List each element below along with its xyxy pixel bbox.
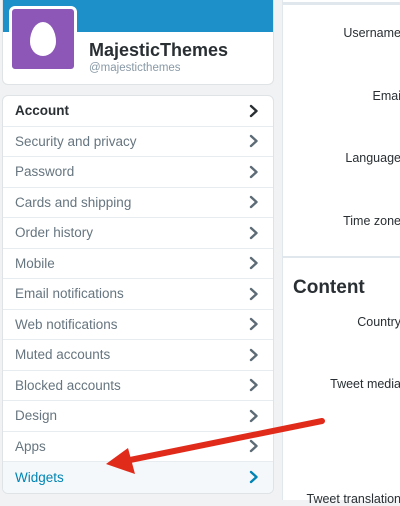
chevron-right-icon: [247, 165, 261, 179]
menu-item-mobile[interactable]: Mobile: [3, 249, 273, 280]
chevron-right-icon: [247, 104, 261, 118]
menu-item-label: Web notifications: [15, 317, 118, 332]
menu-item-security[interactable]: Security and privacy: [3, 127, 273, 158]
timezone-label: Time zone: [343, 214, 400, 228]
menu-item-label: Order history: [15, 225, 93, 240]
language-label: Language: [345, 151, 400, 165]
country-label: Country: [357, 315, 400, 329]
profile-handle: @majesticthemes: [89, 62, 181, 74]
menu-item-label: Account: [15, 103, 69, 118]
menu-item-design[interactable]: Design: [3, 401, 273, 432]
email-label: Emai: [373, 89, 400, 103]
menu-item-account[interactable]: Account: [3, 96, 273, 127]
menu-item-label: Design: [15, 408, 57, 423]
menu-item-widgets[interactable]: Widgets: [3, 462, 273, 493]
menu-item-orders[interactable]: Order history: [3, 218, 273, 249]
menu-item-label: Email notifications: [15, 286, 124, 301]
section-divider: [283, 256, 400, 258]
chevron-right-icon: [247, 409, 261, 423]
menu-item-email-notifications[interactable]: Email notifications: [3, 279, 273, 310]
top-divider: [283, 2, 400, 5]
tweet-media-label: Tweet media: [330, 377, 400, 391]
menu-item-label: Widgets: [15, 470, 64, 485]
chevron-right-icon: [247, 378, 261, 392]
chevron-right-icon: [247, 256, 261, 270]
chevron-right-icon: [247, 226, 261, 240]
menu-item-label: Muted accounts: [15, 347, 110, 362]
chevron-right-icon: [247, 470, 261, 484]
settings-content: Username Emai Language Time zone Content…: [282, 0, 400, 500]
menu-item-apps[interactable]: Apps: [3, 432, 273, 463]
menu-item-label: Mobile: [15, 256, 55, 271]
content-section-title: Content: [293, 277, 365, 299]
menu-item-password[interactable]: Password: [3, 157, 273, 188]
menu-item-cards[interactable]: Cards and shipping: [3, 188, 273, 219]
username-label: Username: [343, 26, 400, 40]
chevron-right-icon: [247, 439, 261, 453]
settings-sidebar: MajesticThemes @majesticthemes Account S…: [0, 0, 278, 500]
profile-name[interactable]: MajesticThemes: [89, 40, 228, 61]
menu-item-blocked[interactable]: Blocked accounts: [3, 371, 273, 402]
menu-item-label: Cards and shipping: [15, 195, 131, 210]
settings-menu: Account Security and privacy Password Ca…: [2, 95, 274, 494]
chevron-right-icon: [247, 195, 261, 209]
profile-card[interactable]: MajesticThemes @majesticthemes: [2, 0, 274, 85]
menu-item-web-notifications[interactable]: Web notifications: [3, 310, 273, 341]
menu-item-label: Password: [15, 164, 74, 179]
chevron-right-icon: [247, 317, 261, 331]
menu-item-label: Security and privacy: [15, 134, 137, 149]
menu-item-label: Blocked accounts: [15, 378, 121, 393]
chevron-right-icon: [247, 287, 261, 301]
tweet-translation-label: Tweet translation: [307, 492, 400, 506]
avatar[interactable]: [9, 6, 77, 72]
menu-item-muted[interactable]: Muted accounts: [3, 340, 273, 371]
egg-avatar-icon: [30, 22, 56, 56]
chevron-right-icon: [247, 348, 261, 362]
chevron-right-icon: [247, 134, 261, 148]
menu-item-label: Apps: [15, 439, 46, 454]
